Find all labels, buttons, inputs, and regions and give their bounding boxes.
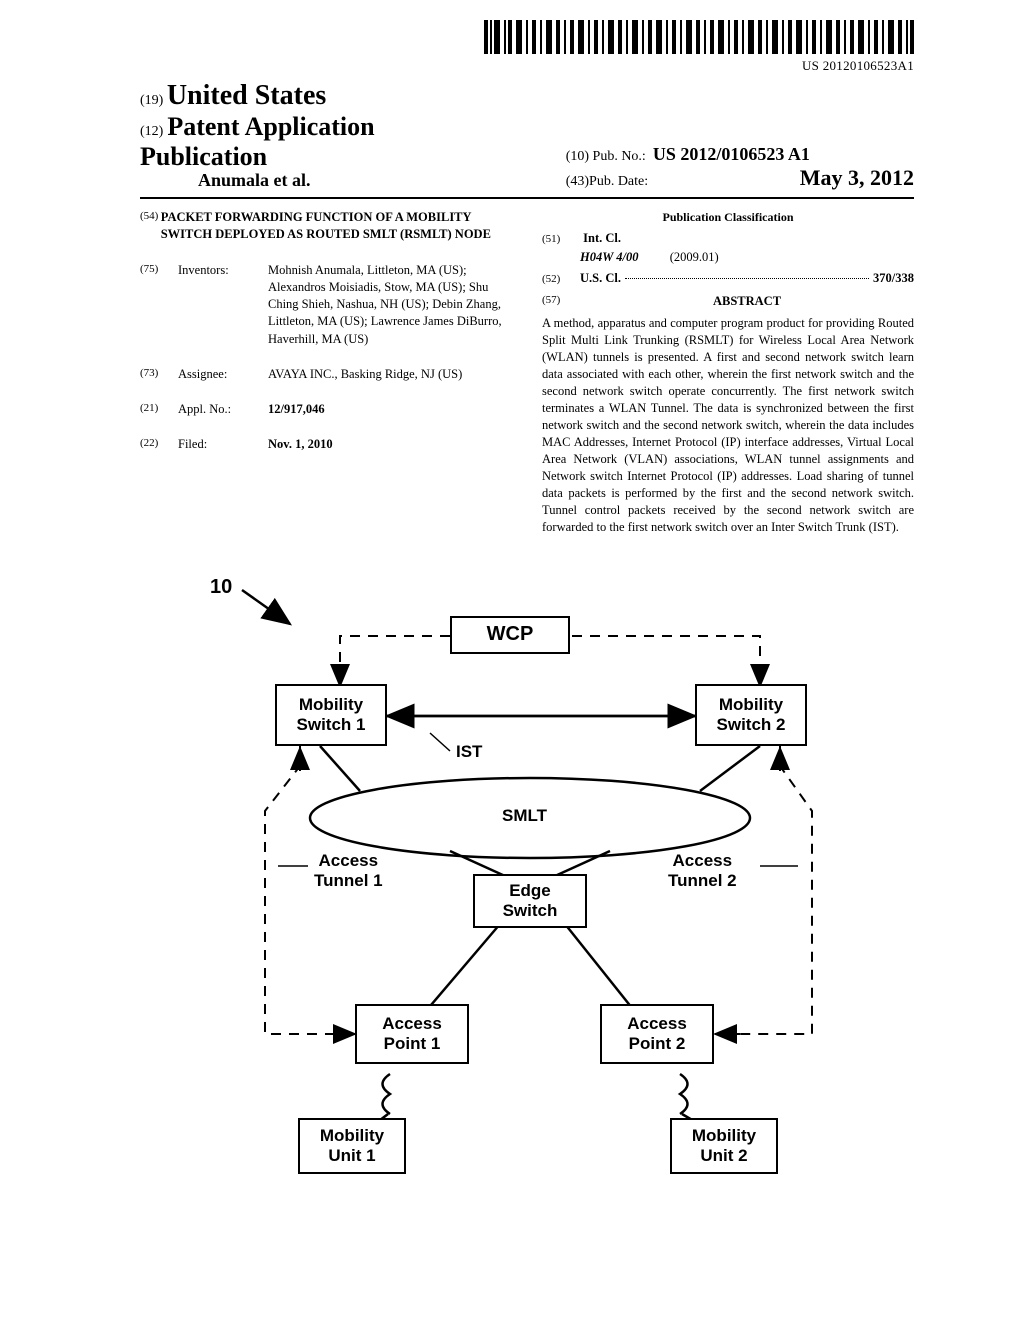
field-code-19: (19) xyxy=(140,93,163,108)
intcl-code: H04W 4/00 xyxy=(580,250,638,264)
patent-page: US 20120106523A1 (19) United States (12)… xyxy=(0,0,1024,1320)
field-code-51: (51) xyxy=(542,232,580,247)
assignee-value: AVAYA INC., Basking Ridge, NJ (US) xyxy=(268,366,512,383)
label-smlt: SMLT xyxy=(498,806,551,826)
field-code-73: (73) xyxy=(140,366,178,383)
field-code-54: (54) xyxy=(140,209,161,244)
field-code-52: (52) xyxy=(542,272,580,287)
node-access-point-2: Access Point 2 xyxy=(600,1004,714,1064)
publication-date: May 3, 2012 xyxy=(800,165,914,191)
field-code-12: (12) xyxy=(140,124,163,139)
node-access-point-1: Access Point 1 xyxy=(355,1004,469,1064)
uscl-value: 370/338 xyxy=(873,270,914,287)
doc-kind: Patent Application Publication xyxy=(140,112,375,171)
invention-title: PACKET FORWARDING FUNCTION OF A MOBILITY… xyxy=(161,209,512,244)
intcl-label: Int. Cl. xyxy=(583,231,621,245)
biblio-left: (54) PACKET FORWARDING FUNCTION OF A MOB… xyxy=(140,209,512,536)
abstract-body: A method, apparatus and computer program… xyxy=(542,315,914,536)
intcl-year: (2009.01) xyxy=(670,250,719,264)
node-wcp: WCP xyxy=(450,616,570,654)
dot-leader xyxy=(625,277,869,279)
barcode-icon xyxy=(484,20,914,54)
application-number: 12/917,046 xyxy=(268,401,512,418)
barcode-block: US 20120106523A1 xyxy=(140,20,914,74)
field-code-75: (75) xyxy=(140,262,178,348)
applno-label: Appl. No.: xyxy=(178,401,268,418)
abstract-heading: ABSTRACT xyxy=(580,293,914,310)
filed-label: Filed: xyxy=(178,436,268,453)
classification-heading: Publication Classification xyxy=(542,209,914,226)
publication-header: (19) United States (12) Patent Applicati… xyxy=(140,80,914,191)
inventors-label: Inventors: xyxy=(178,262,268,348)
field-code-10: (10) xyxy=(566,149,589,164)
field-code-43: (43) xyxy=(566,174,589,190)
label-access-tunnel-1: Access Tunnel 1 xyxy=(310,851,387,891)
inventors-value: Mohnish Anumala, Littleton, MA (US); Ale… xyxy=(268,262,512,348)
header-rule xyxy=(140,197,914,199)
label-ist: IST xyxy=(452,742,486,762)
publication-number: US 2012/0106523 A1 xyxy=(653,144,810,164)
uscl-label: U.S. Cl. xyxy=(580,270,621,287)
node-mobility-switch-1: Mobility Switch 1 xyxy=(275,684,387,746)
figure-1: 10 xyxy=(140,566,914,1186)
pubno-label: Pub. No.: xyxy=(593,149,646,164)
biblio-right: Publication Classification (51) Int. Cl.… xyxy=(542,209,914,536)
node-mobility-unit-2: Mobility Unit 2 xyxy=(670,1118,778,1174)
field-code-57: (57) xyxy=(542,293,580,310)
node-edge-switch: Edge Switch xyxy=(473,874,587,928)
barcode-number: US 20120106523A1 xyxy=(140,58,914,74)
field-code-22: (22) xyxy=(140,436,178,453)
node-mobility-switch-2: Mobility Switch 2 xyxy=(695,684,807,746)
pubdate-label: Pub. Date: xyxy=(589,174,648,190)
authors-etal: Anumala et al. xyxy=(198,170,506,191)
node-mobility-unit-1: Mobility Unit 1 xyxy=(298,1118,406,1174)
biblio-section: (54) PACKET FORWARDING FUNCTION OF A MOB… xyxy=(140,209,914,536)
field-code-21: (21) xyxy=(140,401,178,418)
assignee-label: Assignee: xyxy=(178,366,268,383)
label-access-tunnel-2: Access Tunnel 2 xyxy=(664,851,741,891)
country: United States xyxy=(167,80,326,111)
filed-date: Nov. 1, 2010 xyxy=(268,436,512,453)
figure-ref-num: 10 xyxy=(210,576,232,599)
